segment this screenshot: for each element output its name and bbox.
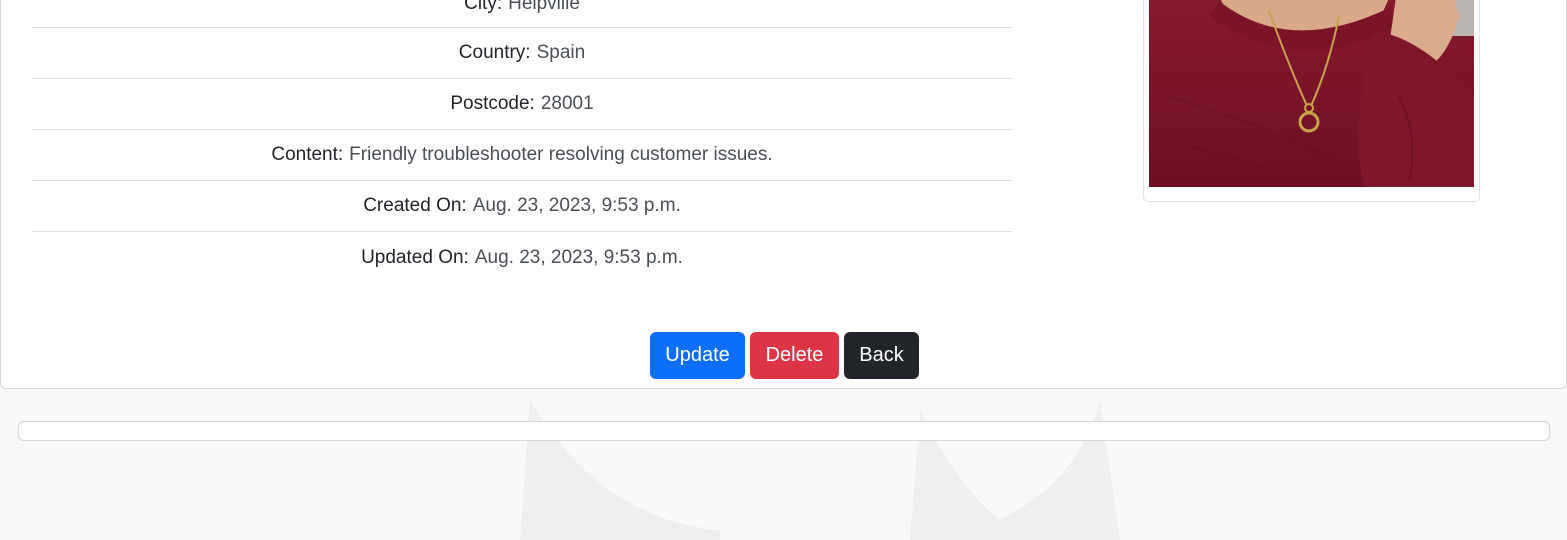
detail-label: Created On: [363,195,467,216]
action-buttons: Update Delete Back [650,332,919,379]
detail-label: Country: [458,42,531,63]
profile-photo-frame [1143,0,1480,202]
detail-label: Content: [271,144,344,165]
profile-photo-illustration [1149,0,1474,187]
detail-label: City: [464,0,503,14]
detail-row-content: Content: Friendly troubleshooter resolvi… [31,130,1013,181]
delete-button[interactable]: Delete [750,332,839,379]
detail-value: 28001 [540,93,594,114]
detail-list: City: Helpville Country: Spain Postcode:… [31,0,1013,283]
detail-value: Aug. 23, 2023, 9:53 p.m. [474,246,683,268]
detail-row-postcode: Postcode: 28001 [31,79,1013,130]
update-button[interactable]: Update [650,332,745,379]
detail-label: Postcode: [450,93,535,114]
profile-detail-card: City: Helpville Country: Spain Postcode:… [0,0,1567,389]
detail-value: Helpville [508,0,580,14]
background-watermark-icon [520,400,1120,540]
next-section-card [18,421,1550,441]
detail-value: Spain [536,42,586,63]
detail-label: Updated On: [361,246,469,268]
detail-row-city: City: Helpville [31,0,1013,28]
detail-row-created-on: Created On: Aug. 23, 2023, 9:53 p.m. [31,181,1013,232]
detail-row-updated-on: Updated On: Aug. 23, 2023, 9:53 p.m. [31,232,1013,283]
detail-row-country: Country: Spain [31,28,1013,79]
detail-value: Friendly troubleshooter resolving custom… [349,144,773,165]
profile-photo [1149,0,1474,187]
back-button[interactable]: Back [844,332,919,379]
detail-value: Aug. 23, 2023, 9:53 p.m. [472,195,681,216]
